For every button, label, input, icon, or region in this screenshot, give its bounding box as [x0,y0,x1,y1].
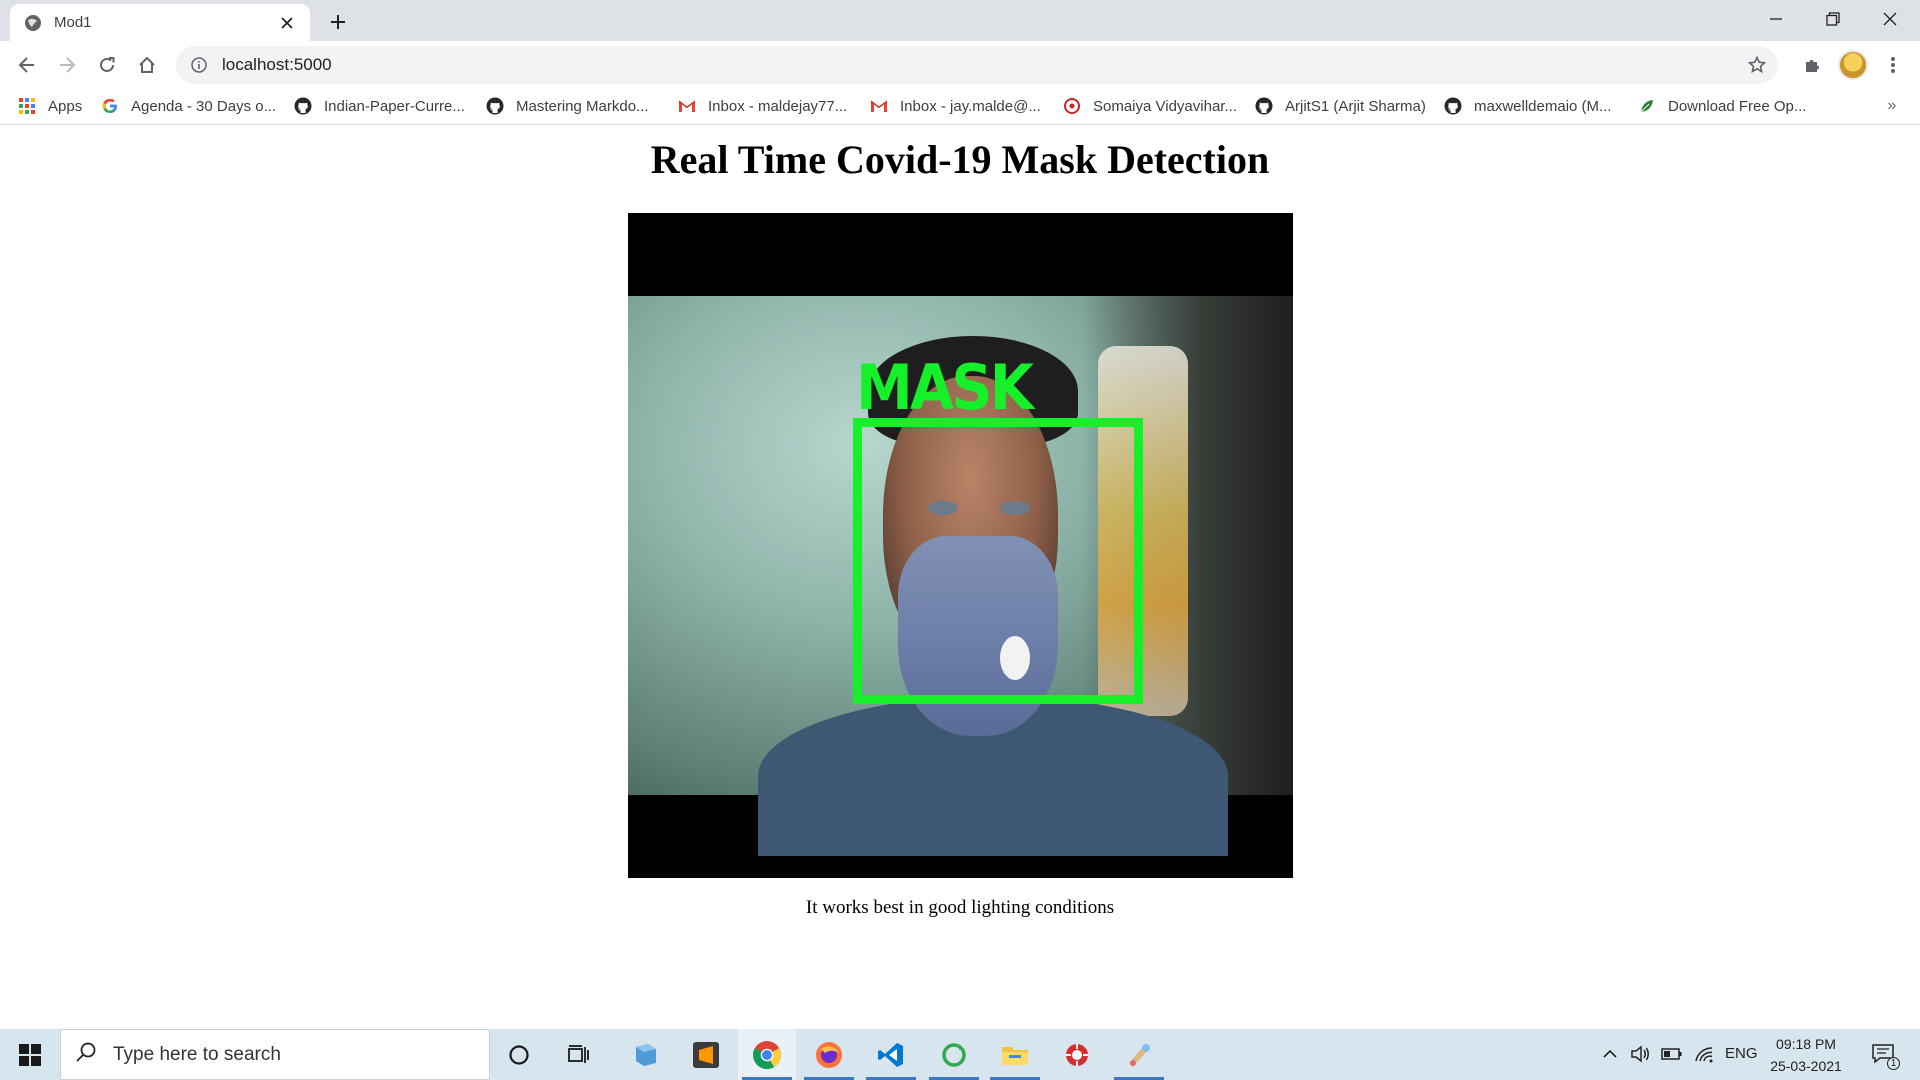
info-icon[interactable] [188,54,210,76]
github-icon [1255,97,1273,115]
bookmark-label: Somaiya Vidyavihar... [1093,97,1237,115]
battery-icon[interactable] [1660,1042,1684,1066]
bookmark-somaiya[interactable]: Somaiya Vidyavihar... [1063,88,1237,124]
gmail-icon [870,97,888,115]
webcam-video-feed: MASK [628,213,1293,878]
wifi-icon[interactable] [1692,1042,1716,1066]
minimize-button[interactable] [1748,0,1804,38]
forward-button[interactable] [52,50,82,80]
bookmark-download-free[interactable]: Download Free Op... [1638,88,1806,124]
apps-grid-icon [18,97,36,115]
bookmark-label: ArjitS1 (Arjit Sharma) [1285,97,1426,115]
bookmark-inbox-jay[interactable]: Inbox - jay.malde@... [870,88,1041,124]
close-window-button[interactable] [1862,0,1918,38]
bookmark-mastering-markdown[interactable]: Mastering Markdo... [486,88,649,124]
notification-count-badge: 1 [1887,1057,1900,1070]
browser-tab[interactable]: Mod1 [10,4,310,41]
bookmark-label: Inbox - jay.malde@... [900,97,1041,115]
close-tab-icon[interactable] [276,12,298,34]
leaf-icon [1638,97,1656,115]
menu-kebab-icon[interactable] [1878,50,1908,80]
extensions-puzzle-icon[interactable] [1797,50,1827,80]
sync-app-icon[interactable] [925,1029,983,1080]
camera-frame: MASK [628,296,1293,856]
chrome-icon[interactable] [738,1029,796,1080]
task-view-icon[interactable] [550,1029,608,1080]
somaiya-icon [1063,97,1081,115]
github-icon [1444,97,1462,115]
bookmark-label: maxwelldemaio (M... [1474,97,1612,115]
search-placeholder: Type here to search [113,1043,281,1065]
browser-toolbar: localhost:5000 [0,41,1920,88]
detection-label: MASK [856,351,1034,424]
windows-taskbar: Type here to search ENG 09:18 PM 25-03-2… [0,1029,1920,1080]
bookmark-indian-paper-currency[interactable]: Indian-Paper-Curre... [294,88,465,124]
tab-strip: Mod1 [0,0,1920,41]
bookmark-apps[interactable]: Apps [18,88,82,124]
globe-icon [24,14,42,32]
gmail-icon [678,97,696,115]
address-bar[interactable]: localhost:5000 [176,46,1778,84]
url-text[interactable]: localhost:5000 [222,55,1742,75]
tray-chevron-up-icon[interactable] [1598,1042,1622,1066]
file-explorer-icon[interactable] [986,1029,1044,1080]
back-button[interactable] [12,50,42,80]
bookmark-maxwelldemaio[interactable]: maxwelldemaio (M... [1444,88,1612,124]
page-title: Real Time Covid-19 Mask Detection [650,137,1270,182]
bookmarks-overflow-chevron-icon[interactable]: » [1880,94,1904,118]
lighting-caption: It works best in good lighting condition… [805,897,1115,918]
github-icon [486,97,504,115]
search-icon [75,1041,97,1068]
files-app-icon[interactable] [617,1029,675,1080]
windows-start-icon[interactable] [0,1029,60,1080]
notification-center-icon[interactable]: 1 [1868,1042,1900,1070]
restore-button[interactable] [1805,0,1861,38]
home-button[interactable] [132,50,162,80]
tab-title: Mod1 [54,14,92,31]
bookmark-star-icon[interactable] [1742,50,1772,80]
vscode-icon[interactable] [862,1029,920,1080]
system-clock[interactable]: 09:18 PM 25-03-2021 [1762,1033,1850,1077]
bookmark-label: Inbox - maldejay77... [708,97,848,115]
sublime-text-icon[interactable] [677,1029,735,1080]
clock-time: 09:18 PM [1776,1036,1836,1052]
firefox-icon[interactable] [800,1029,858,1080]
bookmark-label: Indian-Paper-Curre... [324,97,465,115]
paint-app-icon[interactable] [1110,1029,1168,1080]
bookmark-arjits1[interactable]: ArjitS1 (Arjit Sharma) [1255,88,1426,124]
github-icon [294,97,312,115]
new-tab-button[interactable] [324,8,352,36]
taskbar-search-box[interactable]: Type here to search [60,1029,490,1080]
bookmark-inbox-maldejay[interactable]: Inbox - maldejay77... [678,88,847,124]
bookmark-agenda[interactable]: Agenda - 30 Days o... [101,88,276,124]
bookmark-label: Agenda - 30 Days o... [131,97,277,115]
bookmark-label: Mastering Markdo... [516,97,649,115]
bookmark-label: Download Free Op... [1668,97,1807,115]
google-icon [101,97,119,115]
bookmark-label: Apps [48,97,83,115]
detection-bounding-box [853,418,1143,704]
cortana-icon[interactable] [490,1029,548,1080]
clock-date: 25-03-2021 [1770,1058,1842,1074]
reload-button[interactable] [92,50,122,80]
app-icon-red[interactable] [1048,1029,1106,1080]
language-indicator[interactable]: ENG [1725,1045,1758,1062]
bookmarks-bar: Apps Agenda - 30 Days o... Indian-Paper-… [0,88,1920,125]
profile-avatar[interactable] [1838,50,1868,80]
volume-icon[interactable] [1628,1042,1652,1066]
